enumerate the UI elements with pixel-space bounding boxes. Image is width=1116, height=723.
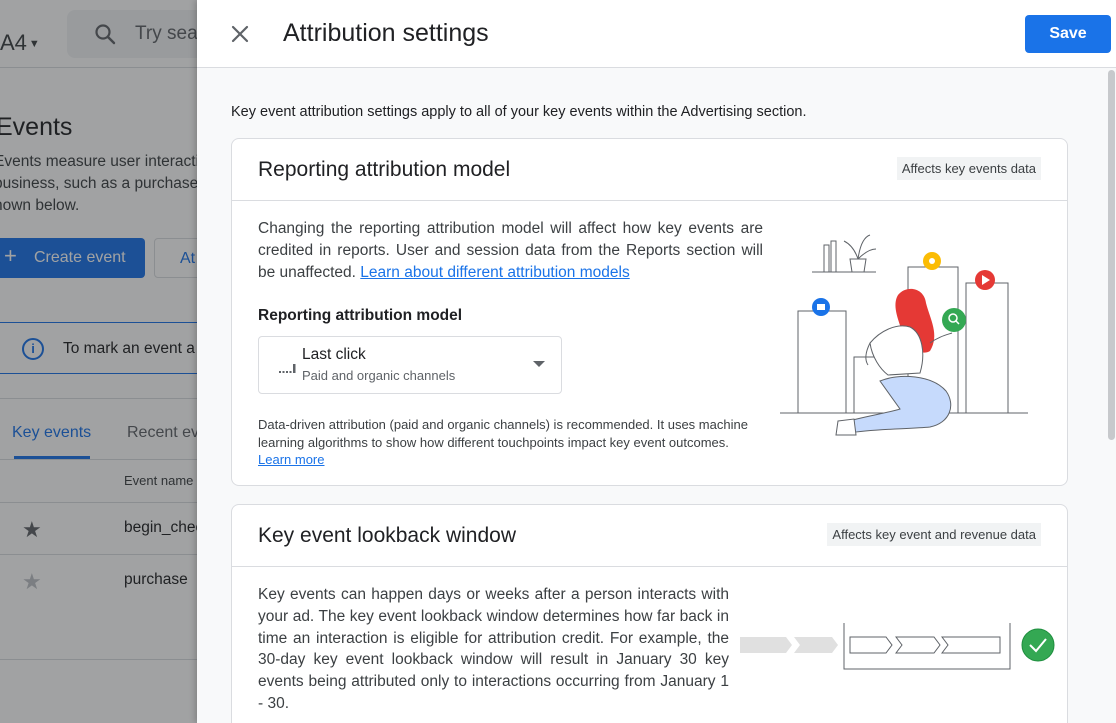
attribution-model-select[interactable]: Last click Paid and organic channels [258, 336, 562, 394]
card-title: Reporting attribution model [258, 158, 511, 181]
save-button[interactable]: Save [1025, 15, 1111, 53]
close-icon[interactable] [227, 21, 253, 47]
panel-title: Attribution settings [283, 19, 489, 47]
impact-chip: Affects key events data [896, 157, 1041, 180]
attribution-settings-panel: Attribution settings Save Key event attr… [197, 0, 1116, 723]
panel-header: Attribution settings Save [197, 0, 1116, 68]
reporting-model-card: Reporting attribution model Affects key … [231, 138, 1068, 486]
lookback-timeline-illustration [740, 623, 1055, 670]
attribution-models-link[interactable]: Learn about different attribution models [360, 264, 629, 281]
card-header: Reporting attribution model Affects key … [232, 139, 1067, 201]
lookback-window-card: Key event lookback window Affects key ev… [231, 504, 1068, 723]
reporting-description: Changing the reporting attribution model… [258, 218, 763, 283]
select-subtext: Paid and organic channels [302, 368, 456, 383]
scrollbar[interactable] [1108, 70, 1115, 440]
lookback-description: Key events can happen days or weeks afte… [258, 586, 729, 712]
select-value: Last click [302, 346, 366, 363]
card-header: Key event lookback window Affects key ev… [232, 505, 1067, 567]
recommendation-note: Data-driven attribution (paid and organi… [258, 416, 758, 469]
last-click-icon [279, 364, 296, 373]
impact-chip: Affects key event and revenue data [827, 523, 1041, 546]
field-label: Reporting attribution model [258, 307, 463, 324]
intro-text: Key event attribution settings apply to … [231, 104, 807, 120]
attribution-illustration [780, 234, 1028, 436]
dropdown-arrow-icon [533, 361, 545, 367]
note-text: Data-driven attribution (paid and organi… [258, 417, 748, 450]
card-title: Key event lookback window [258, 524, 516, 547]
learn-more-link[interactable]: Learn more [258, 452, 324, 467]
